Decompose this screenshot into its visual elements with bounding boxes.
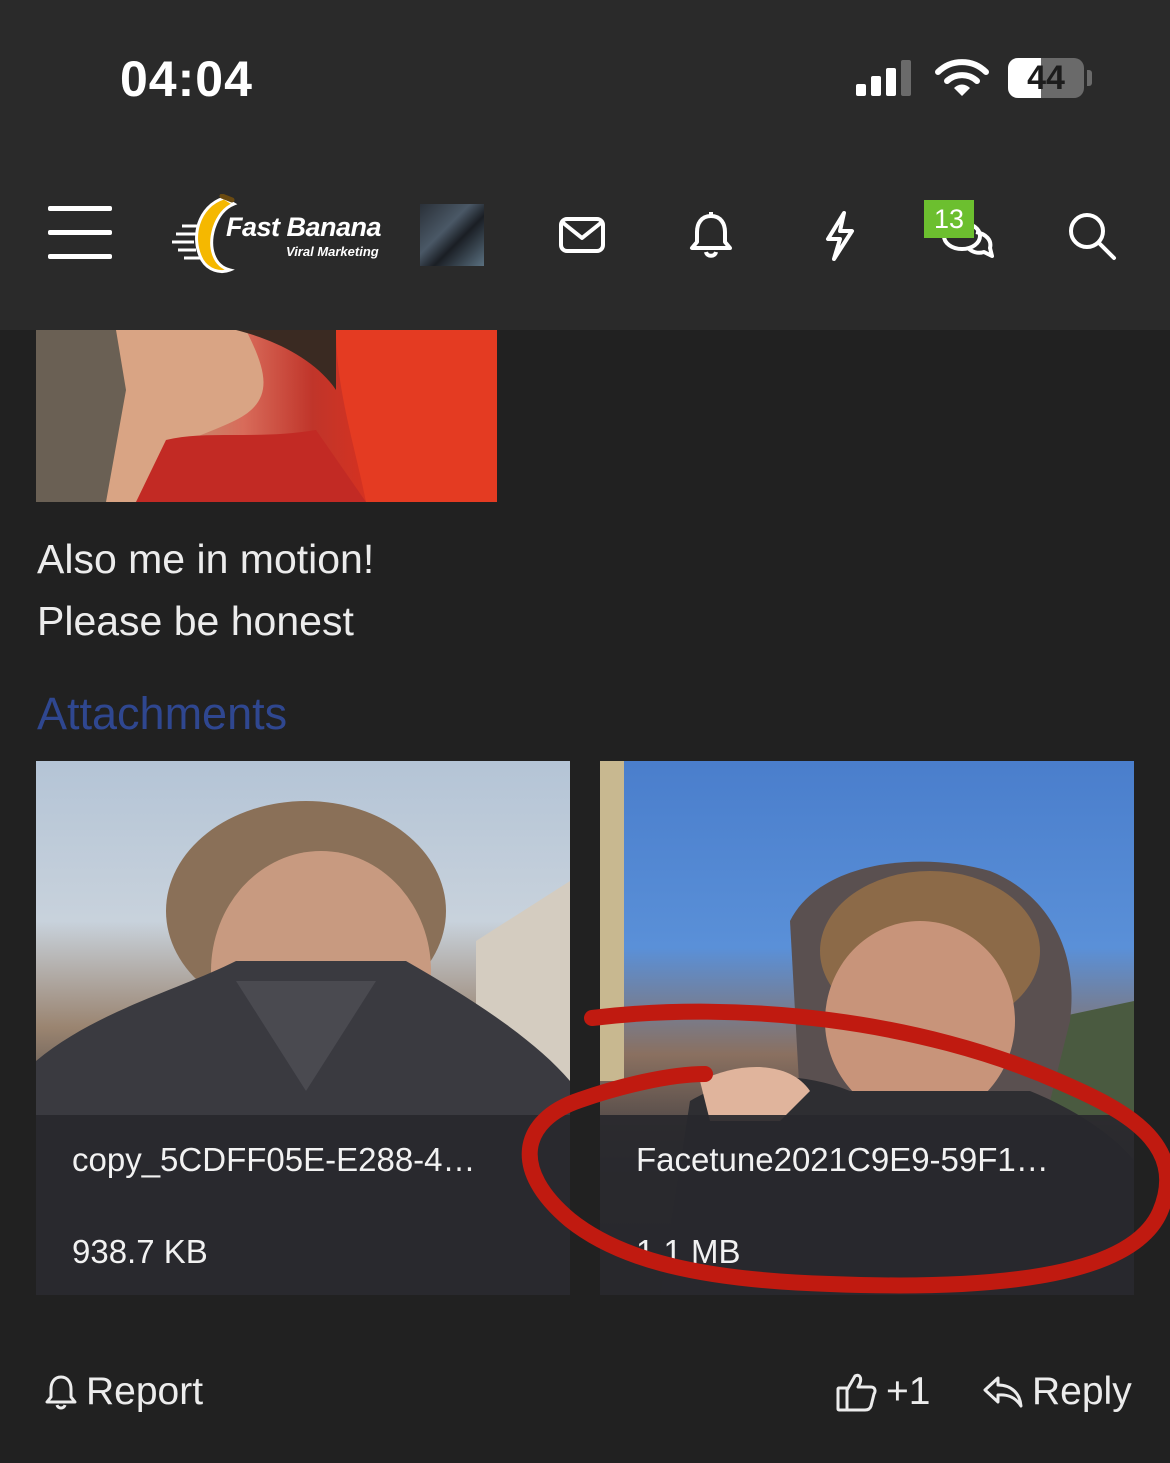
attachment-name[interactable]: copy_5CDFF05E-E288-4… (72, 1141, 522, 1179)
bell-icon[interactable] (688, 210, 734, 260)
menu-icon[interactable] (48, 206, 114, 262)
navbar: Fast Banana Viral Marketing 13 (0, 160, 1170, 330)
logo-subtitle: Viral Marketing (286, 244, 379, 259)
reply-label: Reply (1032, 1370, 1132, 1413)
search-icon[interactable] (1066, 210, 1118, 262)
attachment-name[interactable]: Facetune2021C9E9-59F1… (636, 1141, 1086, 1179)
post-text-line: Please be honest (37, 598, 354, 644)
post-text-line: Also me in motion! (37, 536, 375, 582)
like-count: +1 (886, 1370, 931, 1413)
bell-icon (45, 1375, 77, 1410)
thumbs-up-icon (836, 1373, 877, 1412)
site-logo[interactable]: Fast Banana Viral Marketing (168, 194, 398, 278)
post-image[interactable] (36, 330, 497, 502)
logo-title: Fast Banana (226, 212, 382, 242)
status-time: 04:04 (120, 51, 253, 107)
post-text: Also me in motion! Please be honest (37, 528, 374, 652)
attachment-card[interactable]: Facetune2021C9E9-59F1… 1.1 MB (600, 761, 1134, 1295)
battery-level: 44 (1027, 59, 1065, 97)
battery-tip (1087, 70, 1092, 86)
attachment-card[interactable]: copy_5CDFF05E-E288-4… 938.7 KB (36, 761, 570, 1295)
attachments-title: Attachments (37, 688, 288, 739)
status-bar: 04:04 44 (0, 0, 1170, 160)
attachment-caption: copy_5CDFF05E-E288-4… 938.7 KB (36, 1115, 570, 1295)
lightning-icon[interactable] (822, 210, 858, 262)
like-button[interactable]: +1 (836, 1370, 930, 1414)
report-button[interactable]: Report (44, 1370, 203, 1414)
reply-icon (983, 1376, 1023, 1408)
mail-icon[interactable] (558, 216, 606, 256)
attachment-caption: Facetune2021C9E9-59F1… 1.1 MB (600, 1115, 1134, 1295)
wifi-icon (935, 59, 989, 96)
battery-icon: 44 (1008, 58, 1084, 98)
attachment-size: 938.7 KB (72, 1233, 208, 1270)
attachment-size: 1.1 MB (636, 1233, 741, 1270)
conversations-badge: 13 (924, 200, 974, 238)
signal-icon (856, 60, 911, 96)
post-photo (36, 330, 497, 502)
avatar[interactable] (420, 204, 484, 266)
report-label: Report (86, 1370, 204, 1413)
reply-button[interactable]: Reply (982, 1370, 1132, 1414)
